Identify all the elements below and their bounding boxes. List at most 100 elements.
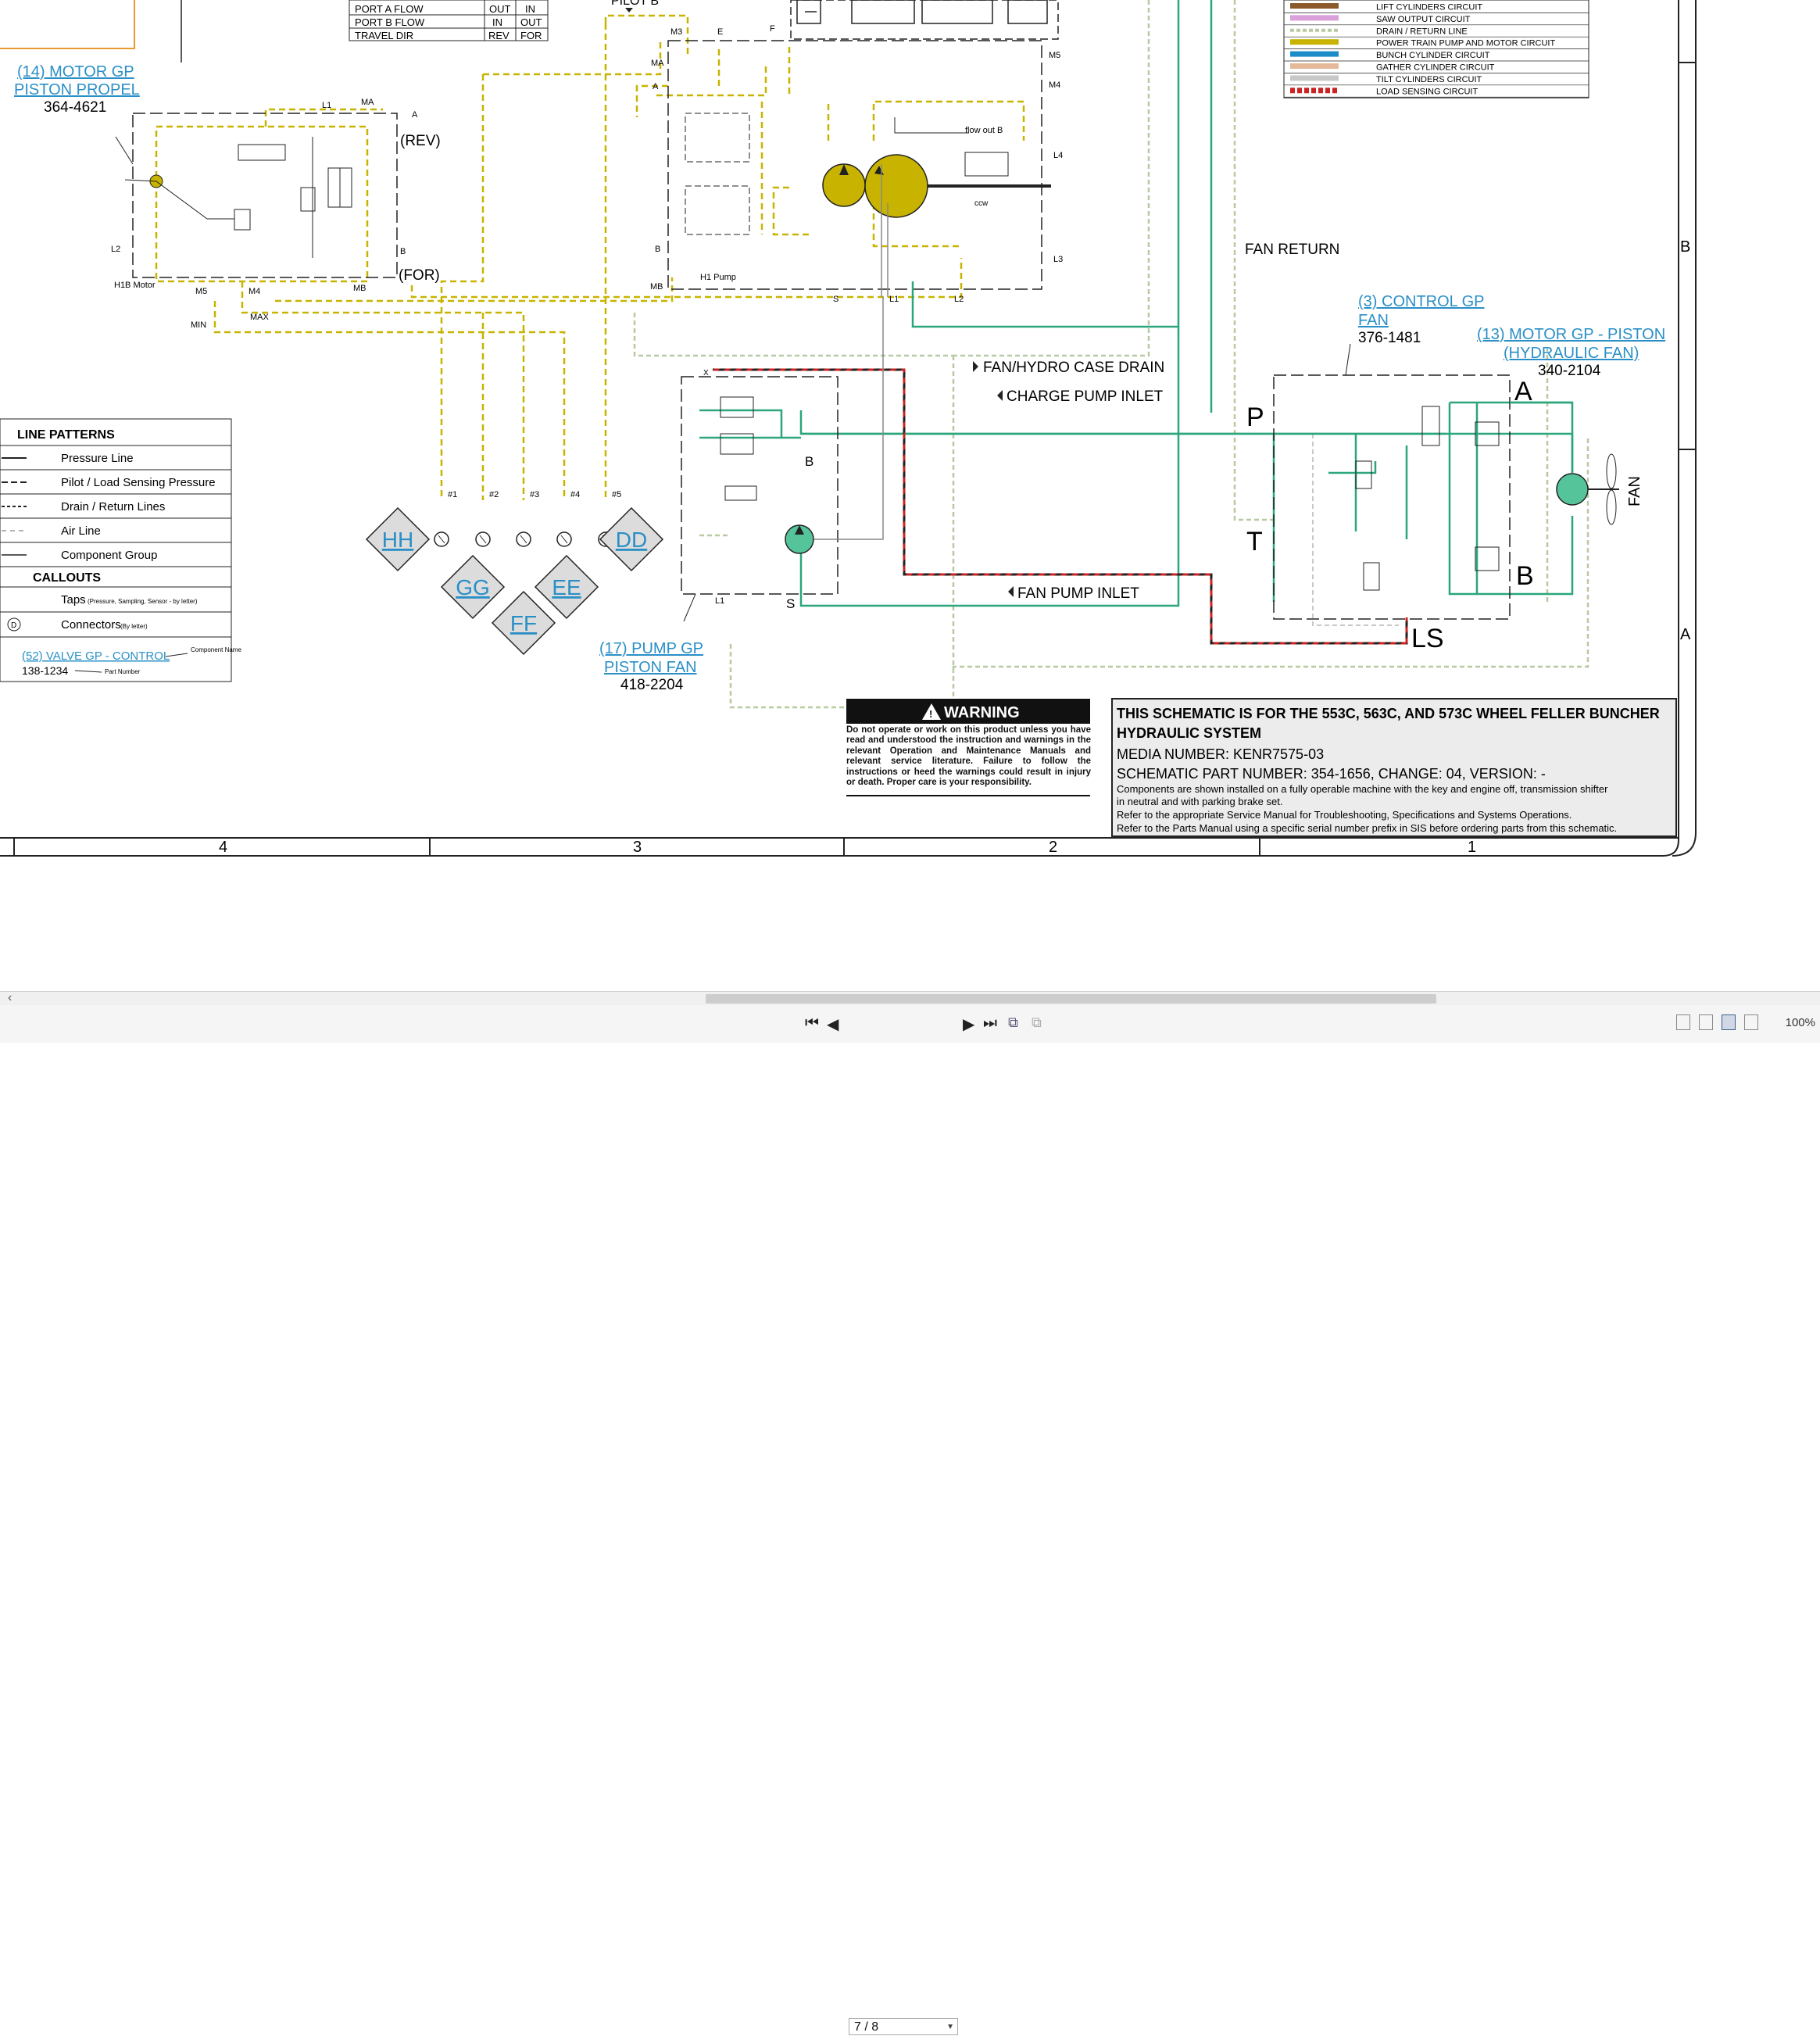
propel-for-label: (FOR) bbox=[399, 267, 440, 284]
h1-port-l2: L2 bbox=[954, 295, 964, 304]
fan-pump-inlet-label: FAN PUMP INLET bbox=[1017, 585, 1139, 602]
tap-number: #5 bbox=[612, 490, 621, 499]
fan-pump-port-x: X bbox=[703, 369, 709, 378]
fan-motor-title1[interactable]: (13) MOTOR GP - PISTON bbox=[1477, 326, 1665, 343]
zoom-level[interactable]: 100% bbox=[1786, 1016, 1815, 1029]
info-title-line1: THIS SCHEMATIC IS FOR THE 553C, 563C, AN… bbox=[1117, 706, 1660, 721]
continuous-facing-view-icon[interactable] bbox=[1744, 1014, 1758, 1030]
fan-pump-title2[interactable]: PISTON FAN bbox=[604, 659, 697, 676]
grid-row-b: B bbox=[1680, 238, 1690, 256]
control-fan-title2[interactable]: FAN bbox=[1358, 312, 1389, 329]
port-l2: L2 bbox=[111, 245, 120, 254]
svg-text:PORT B FLOW: PORT B FLOW bbox=[355, 16, 425, 28]
svg-text:IN: IN bbox=[525, 3, 535, 15]
h1-port-m4: M4 bbox=[1049, 81, 1060, 90]
tap-number: #4 bbox=[570, 490, 580, 499]
port-min: MIN bbox=[191, 320, 206, 330]
grid-row-a: A bbox=[1680, 626, 1691, 643]
tap-link-ee[interactable]: EE bbox=[552, 575, 581, 599]
legend-label: GATHER CYLINDER CIRCUIT bbox=[1376, 63, 1495, 73]
fan-hydro-case-drain-label: FAN/HYDRO CASE DRAIN bbox=[983, 360, 1164, 376]
tap-link-ff[interactable]: FF bbox=[510, 611, 537, 635]
fan-motor-title2[interactable]: (HYDRAULIC FAN) bbox=[1504, 345, 1639, 362]
port-b: B bbox=[400, 247, 406, 256]
fan-pump-port-s: S bbox=[786, 596, 795, 611]
fan-pump-box bbox=[681, 297, 884, 595]
legend-swatch bbox=[1290, 39, 1339, 45]
h1-port-a: A bbox=[653, 82, 659, 91]
h1-port-m5: M5 bbox=[1049, 51, 1060, 60]
fan-label: FAN bbox=[1626, 476, 1643, 506]
example-component-name: (52) VALVE GP - CONTROL bbox=[22, 649, 170, 663]
chevron-down-icon[interactable]: ▼ bbox=[946, 2019, 954, 2036]
taps-group: #1 #2 #3 #4 #5 HH GG FF EE DD bbox=[365, 490, 664, 656]
h1-port-b: B bbox=[655, 245, 660, 254]
propel-motor-title2[interactable]: PISTON PROPEL bbox=[14, 81, 140, 98]
tap-link-gg[interactable]: GG bbox=[456, 575, 490, 599]
fan-pump-title1[interactable]: (17) PUMP GP bbox=[599, 640, 703, 657]
prev-page-icon[interactable]: ◀ bbox=[827, 1014, 838, 1034]
load-sensing-lines bbox=[713, 368, 1408, 645]
h1-pump-box bbox=[667, 40, 1051, 297]
h1-flow-out: flow out B bbox=[965, 126, 1003, 135]
fan-return-label: FAN RETURN bbox=[1245, 242, 1339, 258]
port-m3: M3 bbox=[670, 27, 682, 37]
next-page-icon[interactable]: ▶ bbox=[963, 1014, 974, 1034]
legend-swatch bbox=[1290, 63, 1339, 69]
propel-motor-part: 364-4621 bbox=[44, 99, 106, 116]
line-pattern-group: Component Group bbox=[61, 549, 157, 562]
fan-pump-part: 418-2204 bbox=[620, 677, 684, 693]
part-number-note: Part Number bbox=[105, 668, 141, 675]
fan-motor-part: 340-2104 bbox=[1538, 363, 1601, 379]
legend-swatch bbox=[1290, 15, 1339, 21]
first-page-icon[interactable]: ⏮ bbox=[805, 1014, 819, 1032]
h1-port-l1: L1 bbox=[889, 295, 899, 304]
grid-col-3: 3 bbox=[633, 839, 642, 856]
tap-number: #1 bbox=[448, 490, 457, 499]
legend-label: POWER TRAIN PUMP AND MOTOR CIRCUIT bbox=[1376, 39, 1555, 48]
tap-link-hh[interactable]: HH bbox=[382, 528, 413, 552]
svg-text:OUT: OUT bbox=[489, 3, 511, 15]
single-page-view-icon[interactable] bbox=[1676, 1014, 1690, 1030]
propel-motor-title1[interactable]: (14) MOTOR GP bbox=[17, 63, 134, 81]
pilot-b-label: PILOT B bbox=[611, 0, 659, 8]
propel-rev-label: (REV) bbox=[400, 133, 441, 149]
legend-label: DRAIN / RETURN LINE bbox=[1376, 27, 1468, 36]
fit-page-icon[interactable]: ⧉ bbox=[1032, 1014, 1042, 1031]
drain-lines-dashed-gray bbox=[1305, 433, 1399, 626]
example-part-number: 138-1234 bbox=[22, 664, 68, 677]
info-note1: Components are shown installed on a full… bbox=[1117, 783, 1608, 795]
warning-title: WARNING bbox=[944, 704, 1020, 721]
legend-label: SAW OUTPUT CIRCUIT bbox=[1376, 15, 1471, 24]
facing-view-icon[interactable] bbox=[1722, 1014, 1736, 1030]
legend-swatch bbox=[1290, 51, 1339, 57]
continuous-view-icon[interactable] bbox=[1699, 1014, 1713, 1030]
svg-text:FOR: FOR bbox=[520, 30, 542, 41]
legend-label: TILT CYLINDERS CIRCUIT bbox=[1376, 75, 1482, 84]
info-box: THIS SCHEMATIC IS FOR THE 553C, 563C, AN… bbox=[1111, 698, 1677, 837]
callout-connectors-note: (By letter) bbox=[120, 623, 148, 630]
tap-link-dd[interactable]: DD bbox=[616, 528, 647, 552]
last-page-icon[interactable]: ⏭ bbox=[983, 1014, 997, 1032]
scroll-left-icon[interactable]: ‹ bbox=[8, 991, 12, 1005]
info-note4: Refer to the Parts Manual using a specif… bbox=[1117, 822, 1617, 834]
scrollbar-thumb[interactable] bbox=[706, 994, 1436, 1004]
horizontal-scrollbar[interactable]: ‹ bbox=[0, 991, 1820, 1006]
control-fan-title1[interactable]: (3) CONTROL GP bbox=[1358, 293, 1485, 310]
power-train-lines bbox=[155, 14, 1025, 500]
svg-text:OUT: OUT bbox=[520, 16, 542, 28]
component-name-note: Component Name bbox=[191, 646, 241, 653]
port-e: E bbox=[717, 27, 723, 37]
propel-motor-box bbox=[124, 113, 398, 278]
legend-label: LIFT CYLINDERS CIRCUIT bbox=[1376, 3, 1482, 13]
rotate-page-icon[interactable]: ⧉ bbox=[1008, 1014, 1018, 1031]
h1-port-l4: L4 bbox=[1053, 151, 1063, 160]
port-max: MAX bbox=[250, 313, 270, 322]
fan-pump-port-b: B bbox=[805, 454, 813, 469]
page-number-field[interactable]: 7 / 8 ▼ bbox=[849, 2018, 958, 2035]
line-pattern-pressure: Pressure Line bbox=[61, 452, 134, 465]
info-note3: Refer to the appropriate Service Manual … bbox=[1117, 809, 1571, 821]
tap-number: #3 bbox=[530, 490, 539, 499]
legend-label: BUNCH CYLINDER CIRCUIT bbox=[1376, 51, 1490, 60]
port-m5: M5 bbox=[195, 287, 207, 296]
